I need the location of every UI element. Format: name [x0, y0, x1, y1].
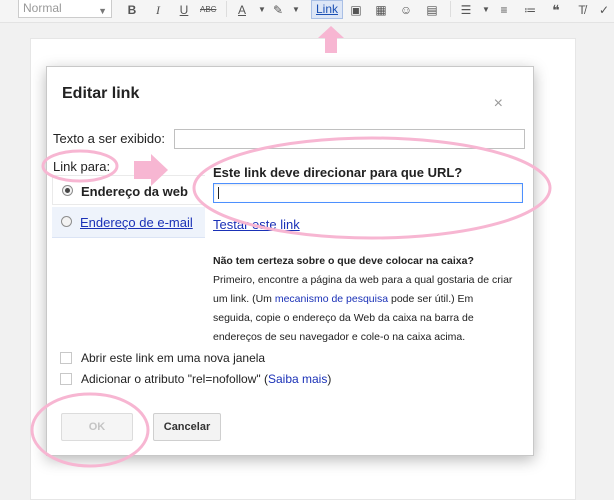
- email-address-radio[interactable]: [61, 216, 72, 227]
- chevron-down-icon[interactable]: ▼: [478, 1, 494, 19]
- email-address-label: Endereço de e-mail: [80, 215, 193, 230]
- underline-button[interactable]: U: [176, 1, 192, 19]
- url-input[interactable]: [213, 183, 523, 203]
- text-color-button[interactable]: A: [234, 1, 250, 19]
- italic-button[interactable]: I: [150, 1, 166, 19]
- search-engine-link[interactable]: mecanismo de pesquisa: [275, 293, 388, 305]
- nofollow-label: Adicionar o atributo "rel=nofollow": [81, 372, 261, 386]
- tab-email-address[interactable]: Endereço de e-mail: [52, 207, 205, 238]
- chevron-down-icon[interactable]: ▼: [288, 1, 304, 19]
- font-format-select[interactable]: Normal ▼: [18, 0, 112, 18]
- dialog-title: Editar link: [62, 85, 140, 102]
- align-icon[interactable]: ☰: [458, 1, 474, 19]
- help-text: Não tem certeza sobre o que deve colocar…: [213, 252, 513, 347]
- ok-button[interactable]: OK: [61, 413, 133, 441]
- display-text-label: Texto a ser exibido:: [53, 131, 166, 146]
- link-button[interactable]: Link: [311, 0, 343, 19]
- toolbar-divider: [226, 1, 227, 17]
- learn-more-paren-close: ): [327, 372, 332, 386]
- bold-button[interactable]: B: [124, 1, 140, 19]
- page-break-icon[interactable]: ▤: [424, 1, 440, 19]
- link-to-label: Link para:: [53, 159, 111, 174]
- nofollow-label-row: Adicionar o atributo "rel=nofollow" (Sai…: [81, 372, 331, 386]
- web-address-radio[interactable]: [62, 185, 73, 196]
- font-format-value: Normal: [23, 1, 62, 15]
- strikethrough-button[interactable]: ABC: [200, 1, 216, 19]
- toolbar-divider: [450, 1, 451, 17]
- web-address-label: Endereço da web: [81, 184, 188, 199]
- new-window-label: Abrir este link em uma nova janela: [81, 351, 266, 365]
- editor-toolbar: Normal ▼ B I U ABC A ▼ ✎ ▼ Link ▣ ▦ ☺ ▤ …: [0, 0, 614, 23]
- new-window-checkbox[interactable]: [60, 352, 72, 364]
- tab-web-address[interactable]: Endereço da web: [52, 175, 205, 205]
- chevron-down-icon[interactable]: ▼: [254, 1, 270, 19]
- help-question: Não tem certeza sobre o que deve colocar…: [213, 255, 474, 267]
- nofollow-checkbox[interactable]: [60, 373, 72, 385]
- quote-icon[interactable]: ❝: [548, 1, 564, 19]
- link-type-tabs: Endereço da web Endereço de e-mail: [52, 175, 205, 239]
- spellcheck-icon[interactable]: ✓: [596, 1, 612, 19]
- bulleted-list-icon[interactable]: ≔: [522, 1, 538, 19]
- learn-more-link[interactable]: Saiba mais: [268, 372, 327, 386]
- display-text-input[interactable]: [174, 129, 525, 149]
- close-icon[interactable]: ×: [494, 95, 503, 113]
- edit-link-dialog: Editar link × Texto a ser exibido: Link …: [46, 66, 534, 456]
- highlight-pen-icon[interactable]: ✎: [270, 1, 286, 19]
- test-link[interactable]: Testar este link: [213, 217, 300, 232]
- insert-image-icon[interactable]: ▣: [348, 1, 364, 19]
- url-heading: Este link deve direcionar para que URL?: [213, 165, 463, 180]
- clear-formatting-icon[interactable]: T̸: [574, 1, 590, 19]
- numbered-list-icon[interactable]: ≡: [496, 1, 512, 19]
- chevron-down-icon: ▼: [98, 6, 107, 16]
- emoji-icon[interactable]: ☺: [398, 1, 414, 19]
- learn-more-paren-open: (: [260, 372, 268, 386]
- insert-video-icon[interactable]: ▦: [373, 1, 389, 19]
- cancel-button[interactable]: Cancelar: [153, 413, 221, 441]
